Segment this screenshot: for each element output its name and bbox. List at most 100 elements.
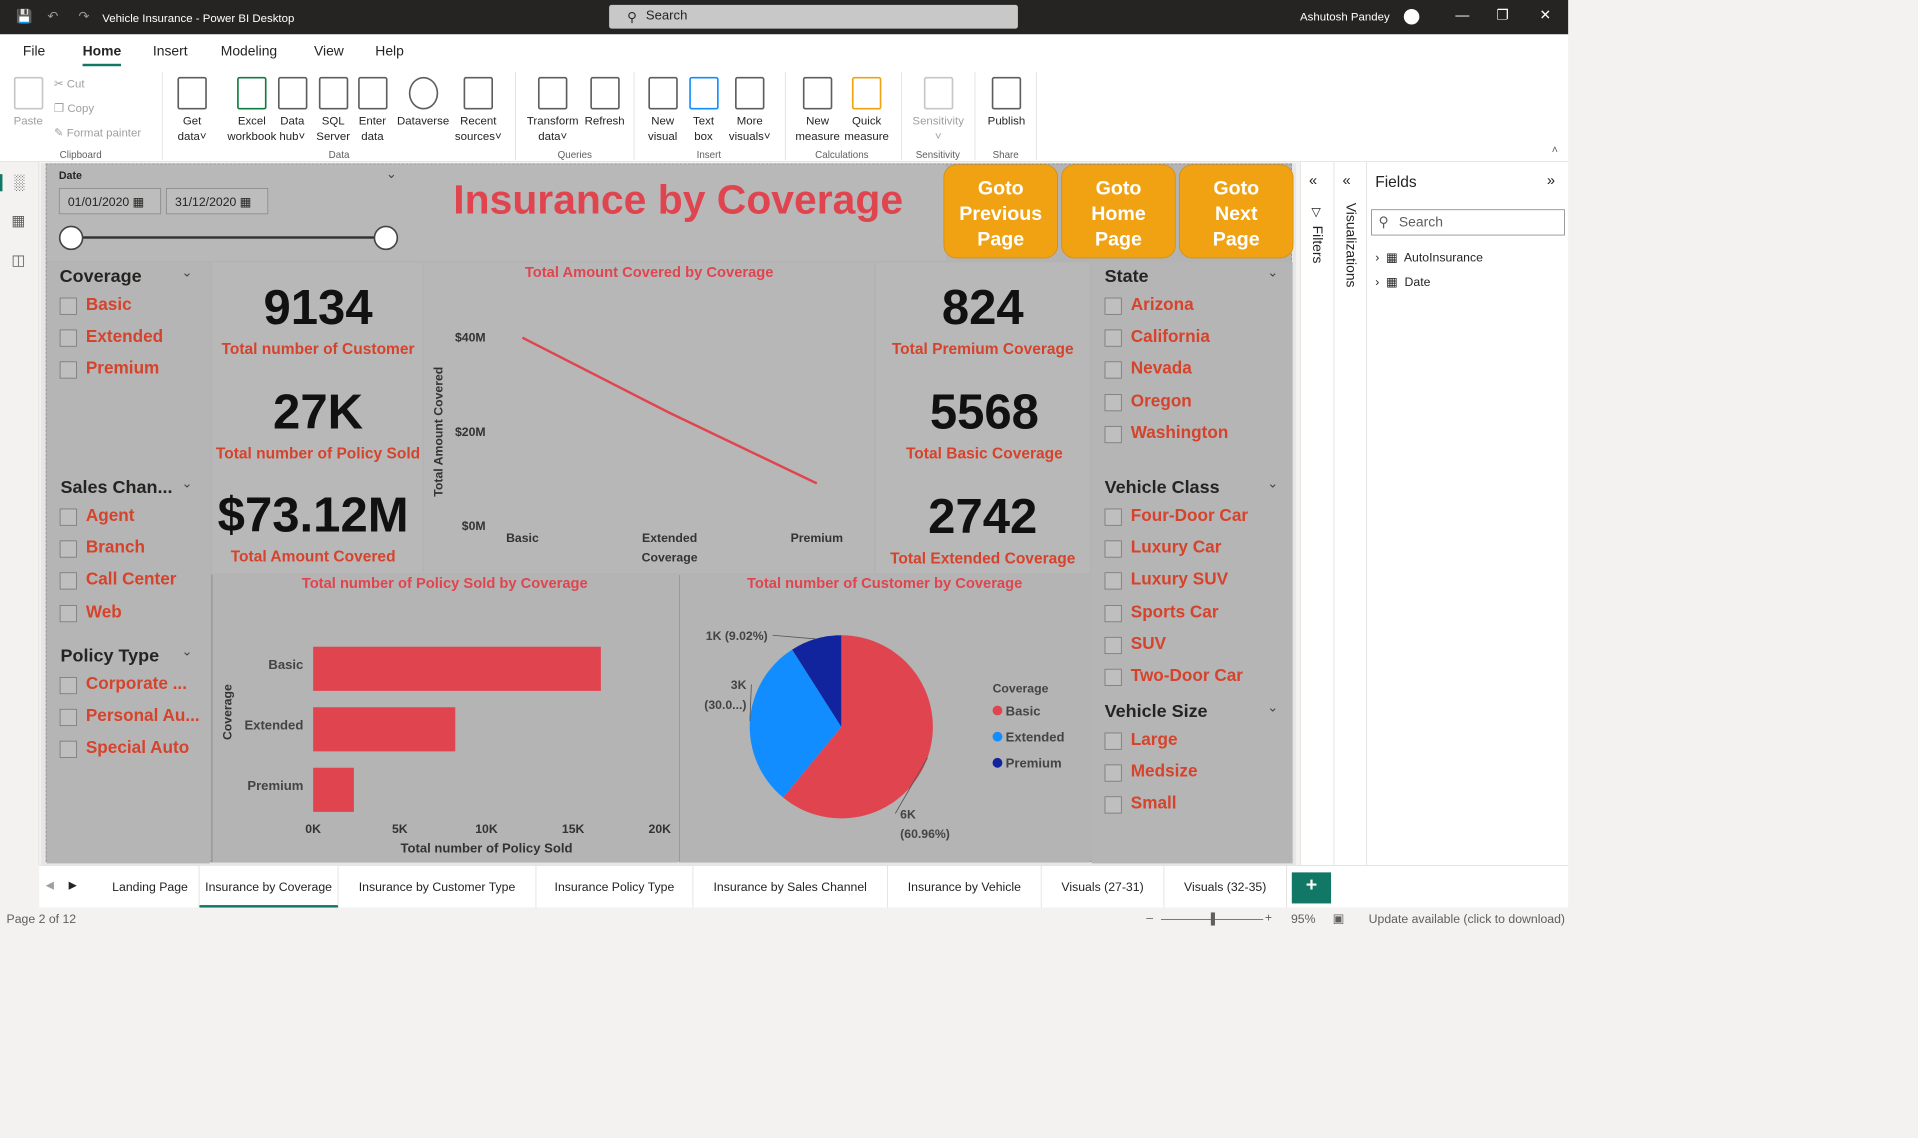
data-hub-button[interactable]: Data hub˅: [274, 76, 311, 144]
cut-button[interactable]: ✂ Cut: [54, 77, 85, 91]
vclass-option-four-door[interactable]: Four-Door Car: [1104, 506, 1248, 526]
state-option-washington[interactable]: Washington: [1104, 424, 1228, 444]
chevron-down-icon[interactable]: ⌄: [386, 166, 397, 182]
new-visual-button[interactable]: New visual: [644, 76, 681, 144]
search-box[interactable]: ⚲ Search: [609, 4, 1018, 29]
sales-option-branch[interactable]: Branch: [59, 538, 145, 558]
sales-option-web[interactable]: Web: [59, 603, 122, 623]
recent-sources-button[interactable]: Recent sources˅: [450, 76, 507, 144]
avatar[interactable]: [1403, 8, 1420, 25]
zoom-in-icon[interactable]: +: [1265, 911, 1272, 925]
policy-option-special-auto[interactable]: Special Auto: [59, 738, 189, 758]
state-option-oregon[interactable]: Oregon: [1104, 392, 1192, 412]
user-name[interactable]: Ashutosh Pandey: [1300, 10, 1390, 23]
menu-insert[interactable]: Insert: [153, 43, 188, 59]
state-option-nevada[interactable]: Nevada: [1104, 359, 1192, 379]
tab-landing-page[interactable]: Landing Page: [101, 865, 200, 909]
vclass-option-luxury-suv[interactable]: Luxury SUV: [1104, 570, 1228, 590]
fields-search-input[interactable]: ⚲ Search: [1371, 209, 1565, 236]
report-view-icon[interactable]: ░: [0, 174, 24, 192]
excel-button[interactable]: Excel workbook: [227, 76, 276, 144]
state-option-california[interactable]: California: [1104, 327, 1210, 347]
sales-option-call-center[interactable]: Call Center: [59, 570, 176, 590]
zoom-out-icon[interactable]: –: [1146, 911, 1153, 925]
chevron-down-icon[interactable]: ⌄: [1267, 699, 1278, 715]
quick-measure-button[interactable]: Quick measure: [842, 76, 891, 144]
sales-option-agent[interactable]: Agent: [59, 506, 134, 526]
update-available-link[interactable]: Update available (click to download): [1369, 912, 1565, 926]
tab-insurance-by-vehicle[interactable]: Insurance by Vehicle: [888, 865, 1042, 909]
zoom-slider-handle[interactable]: [1210, 912, 1215, 926]
close-icon[interactable]: ✕: [1540, 7, 1552, 23]
data-view-icon[interactable]: ▦: [11, 213, 25, 230]
vsize-option-medsize[interactable]: Medsize: [1104, 762, 1198, 782]
expand-visualizations-icon[interactable]: «: [1342, 172, 1350, 189]
policy-option-personal[interactable]: Personal Au...: [59, 706, 200, 727]
policy-option-corporate[interactable]: Corporate ...: [59, 675, 187, 695]
collapse-fields-icon[interactable]: »: [1547, 172, 1555, 189]
dataverse-button[interactable]: Dataverse: [392, 76, 453, 129]
model-view-icon[interactable]: ◫: [11, 252, 25, 269]
vclass-option-luxury-car[interactable]: Luxury Car: [1104, 538, 1221, 558]
end-date-input[interactable]: 31/12/2020 ▦: [165, 188, 269, 215]
text-box-button[interactable]: Text box: [685, 76, 722, 144]
menu-home[interactable]: Home: [82, 43, 122, 67]
chevron-down-icon[interactable]: ⌄: [1267, 264, 1278, 280]
menu-view[interactable]: View: [314, 43, 344, 59]
tab-visuals-32-35[interactable]: Visuals (32-35): [1164, 865, 1287, 909]
menu-modeling[interactable]: Modeling: [221, 43, 277, 59]
fit-page-icon[interactable]: ▣: [1333, 911, 1345, 926]
tab-insurance-by-customer-type[interactable]: Insurance by Customer Type: [338, 865, 537, 909]
more-visuals-button[interactable]: More visuals˅: [725, 76, 774, 144]
tab-insurance-policy-type[interactable]: Insurance Policy Type: [536, 865, 694, 909]
new-measure-button[interactable]: New measure: [793, 76, 842, 144]
coverage-option-basic[interactable]: Basic: [59, 295, 132, 315]
collapse-filters-icon[interactable]: «: [1309, 172, 1317, 189]
transform-data-button[interactable]: Transform data˅: [523, 76, 582, 144]
vclass-option-sports-car[interactable]: Sports Car: [1104, 603, 1219, 623]
range-start-handle[interactable]: [58, 225, 84, 251]
chevron-down-icon[interactable]: ⌄: [1267, 475, 1278, 491]
table-date[interactable]: › ▦ Date: [1375, 275, 1430, 290]
undo-icon[interactable]: ↶: [47, 8, 58, 24]
tab-insurance-by-sales-channel[interactable]: Insurance by Sales Channel: [693, 865, 888, 909]
goto-previous-page-button[interactable]: Goto Previous Page: [943, 164, 1058, 259]
goto-home-page-button[interactable]: Goto Home Page: [1061, 164, 1176, 259]
collapse-ribbon-icon[interactable]: ˄: [1552, 144, 1558, 156]
get-data-button[interactable]: Get data˅: [172, 76, 213, 144]
add-page-button[interactable]: +: [1291, 872, 1332, 904]
coverage-option-extended[interactable]: Extended: [59, 327, 163, 347]
chevron-down-icon[interactable]: ⌄: [182, 264, 193, 280]
refresh-button[interactable]: Refresh: [582, 76, 627, 129]
range-end-handle[interactable]: [373, 225, 399, 251]
vclass-option-two-door[interactable]: Two-Door Car: [1104, 666, 1243, 686]
enter-data-button[interactable]: Enter data: [354, 76, 391, 144]
prev-tab-icon[interactable]: ◀: [46, 879, 54, 892]
vsize-option-small[interactable]: Small: [1104, 794, 1177, 814]
filters-pane[interactable]: « ▽ Filters: [1299, 161, 1334, 866]
copy-button[interactable]: ❐ Copy: [54, 101, 94, 115]
coverage-option-premium[interactable]: Premium: [59, 359, 159, 379]
publish-button[interactable]: Publish: [981, 76, 1032, 129]
start-date-input[interactable]: 01/01/2020 ▦: [58, 188, 162, 215]
save-icon[interactable]: 💾: [16, 8, 32, 24]
tab-visuals-27-31[interactable]: Visuals (27-31): [1042, 865, 1165, 909]
restore-icon[interactable]: ❐: [1496, 7, 1508, 23]
sensitivity-button[interactable]: Sensitivity ˅: [908, 76, 969, 144]
redo-icon[interactable]: ↷: [78, 8, 89, 24]
sql-server-button[interactable]: SQL Server: [315, 76, 352, 144]
format-painter-button[interactable]: ✎ Format painter: [54, 126, 141, 140]
minimize-icon[interactable]: —: [1455, 7, 1469, 23]
vclass-option-suv[interactable]: SUV: [1104, 634, 1166, 655]
menu-file[interactable]: File: [23, 43, 45, 59]
chevron-down-icon[interactable]: ⌄: [182, 643, 193, 659]
vsize-option-large[interactable]: Large: [1104, 730, 1177, 750]
goto-next-page-button[interactable]: Goto Next Page: [1178, 164, 1294, 259]
next-tab-icon[interactable]: ▶: [69, 879, 77, 892]
table-autoinsurance[interactable]: › ▦ AutoInsurance: [1375, 250, 1483, 265]
visualizations-pane[interactable]: « Visualizations: [1333, 161, 1367, 866]
paste-button[interactable]: Paste: [10, 76, 47, 129]
tab-insurance-by-coverage[interactable]: Insurance by Coverage: [199, 865, 339, 909]
state-option-arizona[interactable]: Arizona: [1104, 295, 1194, 315]
menu-help[interactable]: Help: [375, 43, 404, 59]
